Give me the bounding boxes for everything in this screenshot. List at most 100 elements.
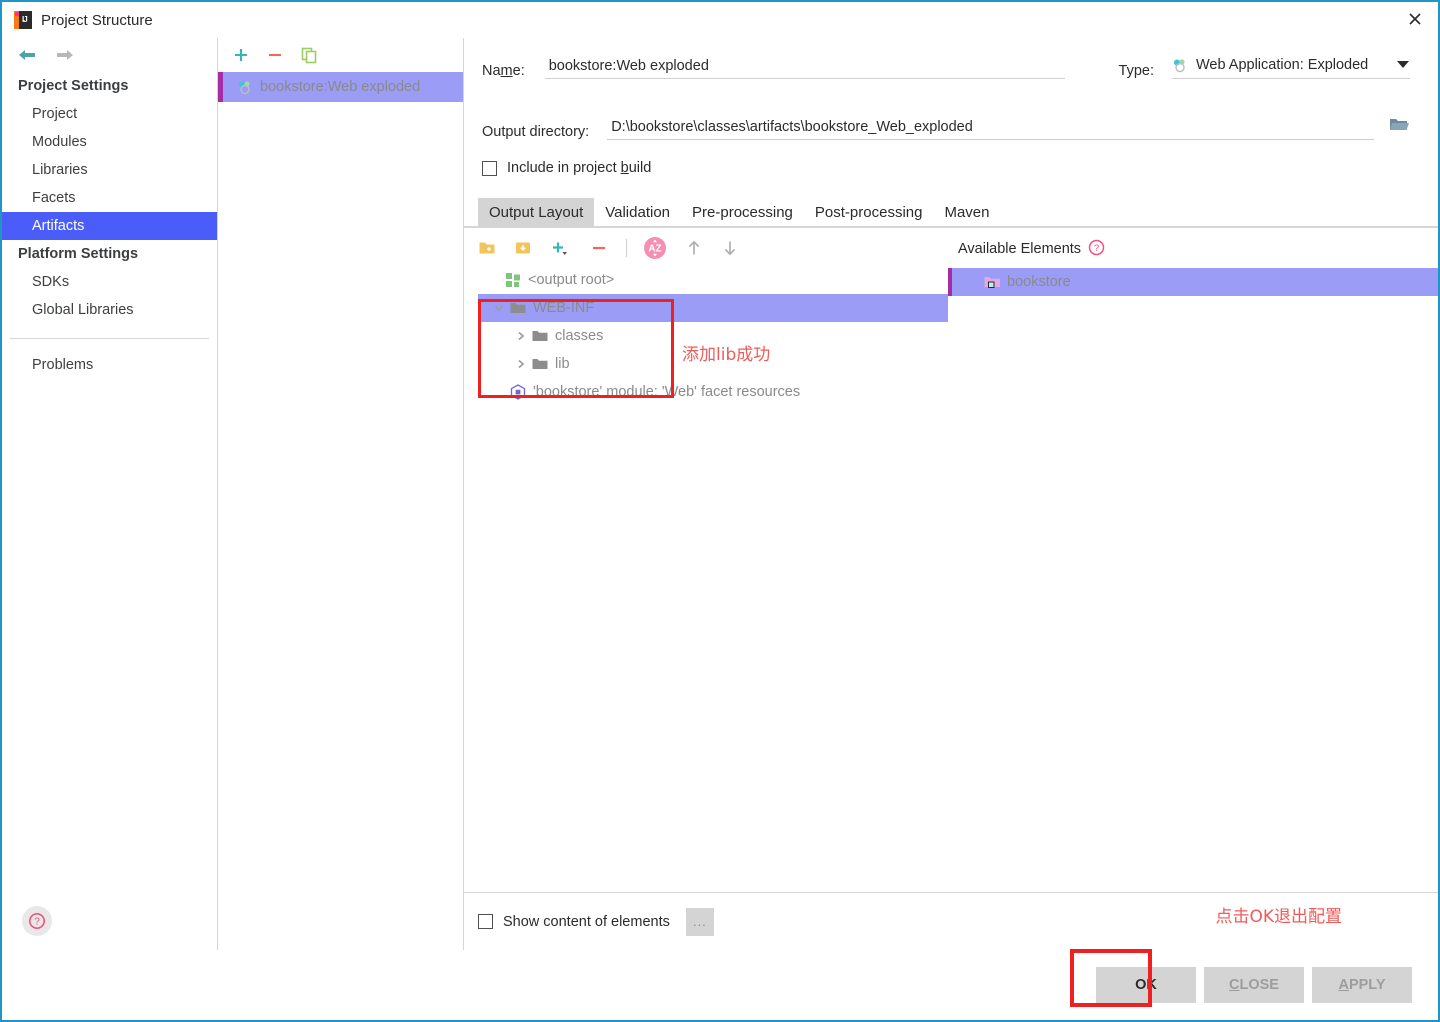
copy-icon[interactable]	[300, 46, 318, 69]
output-directory-input[interactable]: D:\bookstore\classes\artifacts\bookstore…	[607, 117, 1374, 140]
chevron-right-icon[interactable]	[510, 330, 532, 342]
ok-button-wrapper: OK	[1070, 949, 1196, 1007]
output-layout-toolbar: AZ	[478, 228, 948, 262]
apply-button[interactable]: A PPLY	[1312, 967, 1412, 1003]
folder-icon	[532, 329, 548, 343]
help-icon[interactable]: ?	[1088, 239, 1105, 260]
list-item[interactable]: bookstore	[948, 268, 1438, 296]
dialog-button-bar: 点击OK退出配置 OK C LOSE A PPLY	[2, 907, 1438, 1020]
tab-output-layout[interactable]: Output Layout	[478, 198, 595, 228]
sidebar-item-sdks[interactable]: SDKs	[2, 268, 217, 296]
add-copy-icon[interactable]	[550, 239, 572, 257]
dialog-body: Project Settings Project Modules Librari…	[2, 38, 1438, 950]
tree-node-label: 'bookstore' module: 'Web' facet resource…	[533, 384, 801, 400]
tab-maven[interactable]: Maven	[933, 198, 1000, 228]
available-elements-header: Available Elements ?	[948, 236, 1438, 262]
sidebar-item-project[interactable]: Project	[2, 100, 217, 128]
sidebar-group-project-settings: Project Settings	[18, 78, 129, 94]
artifact-item-label: bookstore:Web exploded	[260, 79, 421, 95]
intellij-idea-icon: IJ	[14, 11, 32, 29]
output-directory-label: Output directory:	[482, 124, 590, 140]
ok-button[interactable]: OK	[1096, 967, 1196, 1003]
sidebar-divider	[10, 338, 209, 339]
sidebar-item-libraries[interactable]: Libraries	[2, 156, 217, 184]
svg-text:AZ: AZ	[648, 244, 661, 255]
chevron-right-icon[interactable]	[510, 358, 532, 370]
more-options-button[interactable]: ...	[685, 907, 714, 936]
help-icon[interactable]: ?	[22, 906, 52, 936]
artifact-editor-panel: Name: bookstore:Web exploded Type: Web A…	[464, 38, 1438, 950]
svg-text:?: ?	[1094, 243, 1099, 254]
show-content-of-elements-label: Show content of elements	[503, 913, 670, 930]
close-icon[interactable]	[1392, 2, 1438, 36]
name-input[interactable]: bookstore:Web exploded	[544, 56, 1065, 79]
settings-sidebar: Project Settings Project Modules Librari…	[2, 38, 218, 950]
available-element-label: bookstore	[1007, 274, 1071, 290]
annotation-text-tree: 添加lib成功	[682, 345, 771, 365]
type-select[interactable]: Web Application: Exploded	[1172, 56, 1410, 79]
include-in-build-checkbox[interactable]	[482, 160, 497, 176]
navigation-arrows	[2, 38, 217, 72]
tab-post-processing[interactable]: Post-processing	[804, 198, 934, 228]
move-up-icon[interactable]	[685, 238, 703, 258]
tree-node-label: classes	[555, 328, 604, 344]
forward-arrow-icon[interactable]	[54, 47, 76, 63]
title-bar: IJ Project Structure	[2, 2, 1438, 38]
show-content-of-elements-checkbox[interactable]	[478, 914, 493, 929]
minus-icon[interactable]	[266, 46, 284, 69]
artifact-list: bookstore:Web exploded	[218, 68, 463, 950]
tree-node-label: <output root>	[528, 272, 615, 288]
svg-text:?: ?	[34, 917, 40, 928]
name-label: Name:	[482, 63, 525, 79]
available-elements-list: bookstore	[948, 262, 1438, 892]
sidebar-item-facets[interactable]: Facets	[2, 184, 217, 212]
artifact-icon	[1172, 57, 1188, 73]
facet-resources-icon	[510, 384, 526, 400]
sort-alphabetically-icon[interactable]: AZ	[643, 236, 667, 260]
list-item[interactable]: bookstore:Web exploded	[218, 72, 463, 102]
remove-element-icon[interactable]	[590, 239, 608, 257]
sidebar-item-problems[interactable]: Problems	[2, 351, 217, 379]
sidebar-item-artifacts[interactable]: Artifacts	[2, 212, 217, 240]
chevron-down-icon[interactable]	[1386, 56, 1410, 74]
artifact-tabs: Output Layout Validation Pre-processing …	[464, 198, 1438, 228]
tree-row[interactable]: WEB-INF	[478, 294, 948, 322]
output-directory-row: Output directory: D:\bookstore\classes\a…	[482, 115, 1410, 140]
type-value: Web Application: Exploded	[1196, 57, 1369, 73]
tab-pre-processing[interactable]: Pre-processing	[681, 198, 804, 228]
folder-open-icon[interactable]	[1388, 115, 1410, 140]
type-block: Type: Web Application: Exploded	[1119, 56, 1410, 79]
module-folder-icon	[984, 275, 1001, 290]
artifact-list-toolbar	[218, 38, 463, 68]
folder-icon	[532, 357, 548, 371]
artifact-form: Name: bookstore:Web exploded Type: Web A…	[464, 38, 1438, 176]
include-in-build-row: Include in project build	[482, 160, 1410, 176]
sidebar-group-platform-settings: Platform Settings	[18, 246, 139, 262]
tree-node-label: lib	[555, 356, 570, 372]
sidebar-item-global-libraries[interactable]: Global Libraries	[2, 296, 217, 324]
name-row: Name: bookstore:Web exploded Type: Web A…	[482, 56, 1410, 79]
artifact-list-panel: bookstore:Web exploded	[218, 38, 464, 950]
available-elements-pane: Available Elements ? bookstore	[948, 228, 1438, 892]
folder-icon	[510, 301, 526, 315]
tree-row[interactable]: 'bookstore' module: 'Web' facet resource…	[478, 378, 948, 406]
tree-row[interactable]: <output root>	[478, 266, 948, 294]
back-arrow-icon[interactable]	[16, 47, 38, 63]
plus-icon[interactable]	[232, 46, 250, 69]
add-directory-icon[interactable]	[478, 239, 496, 257]
tree-node-label: WEB-INF	[533, 300, 595, 316]
move-down-icon[interactable]	[721, 238, 739, 258]
chevron-down-icon[interactable]	[488, 302, 510, 314]
window-title: Project Structure	[41, 11, 153, 29]
annotation-text-ok: 点击OK退出配置	[1215, 907, 1342, 927]
include-in-build-label: Include in project build	[507, 160, 652, 176]
output-root-tree: <output root> WEB-INF classes lib 'books…	[478, 262, 948, 892]
sidebar-item-modules[interactable]: Modules	[2, 128, 217, 156]
toolbar-divider	[626, 239, 627, 257]
project-structure-dialog: IJ Project Structure Project Settings Pr…	[0, 0, 1440, 1022]
available-elements-title: Available Elements	[958, 241, 1082, 257]
close-button[interactable]: C LOSE	[1204, 967, 1304, 1003]
artifact-icon	[237, 79, 253, 95]
add-archive-icon[interactable]	[514, 239, 532, 257]
tab-validation[interactable]: Validation	[594, 198, 681, 228]
